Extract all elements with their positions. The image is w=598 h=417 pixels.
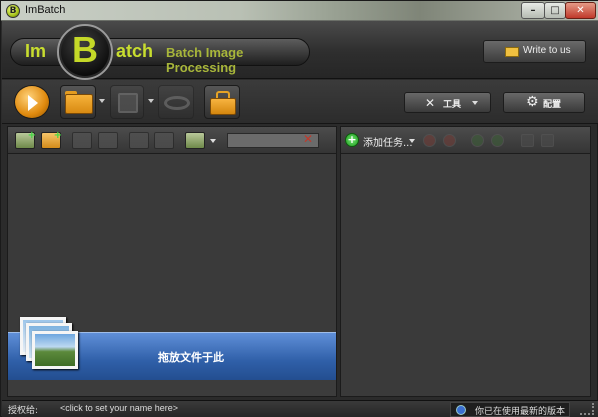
- file-list-panel[interactable]: + + ✕ 拖放文件于此: [7, 126, 337, 397]
- config-button[interactable]: ⚙ 配置: [503, 92, 585, 113]
- view-mode-dropdown[interactable]: [210, 139, 216, 143]
- save-button[interactable]: [110, 85, 144, 119]
- add-task-dropdown[interactable]: [409, 139, 415, 143]
- move-up-button[interactable]: [129, 132, 149, 149]
- task-toolbar: + 添加任务...: [341, 127, 590, 154]
- task-down-button[interactable]: [491, 134, 504, 147]
- play-arrow-icon: [28, 95, 38, 111]
- window-title: ImBatch: [25, 4, 66, 16]
- file-list-footer: [8, 380, 336, 396]
- envelope-icon: [505, 47, 519, 57]
- title-bar[interactable]: B ImBatch – □ ✕: [1, 1, 598, 21]
- close-button[interactable]: ✕: [565, 2, 596, 19]
- floppy-disk-icon: [118, 93, 138, 113]
- filter-input[interactable]: ✕: [227, 132, 319, 148]
- app-icon: B: [6, 4, 20, 18]
- start-button[interactable]: [14, 85, 50, 119]
- folder-icon: [65, 94, 93, 114]
- license-name-link[interactable]: <click to set your name here>: [60, 403, 178, 413]
- task-list-panel[interactable]: + 添加任务...: [340, 126, 591, 397]
- task-up-button[interactable]: [471, 134, 484, 147]
- eye-icon: [164, 96, 190, 110]
- maximize-button[interactable]: □: [544, 2, 566, 19]
- info-icon: [456, 405, 466, 415]
- header-banner: Im B atch Batch Image Processing Write t…: [2, 21, 598, 80]
- logo-tagline: Batch Image Processing: [166, 45, 244, 75]
- view-mode-button[interactable]: [185, 132, 205, 149]
- version-text: 你已在使用最新的版本: [475, 407, 566, 417]
- remove-task-button[interactable]: [423, 134, 436, 147]
- clear-filter-icon[interactable]: ✕: [303, 132, 313, 146]
- open-folder-dropdown[interactable]: [99, 99, 105, 103]
- save-dropdown[interactable]: [148, 99, 154, 103]
- add-circle-icon: +: [345, 133, 359, 147]
- logo-suffix: atch: [116, 41, 154, 61]
- chevron-down-icon: [472, 101, 478, 105]
- license-label: 授权给:: [8, 406, 39, 416]
- config-label: 配置: [543, 100, 562, 110]
- app-window: B ImBatch – □ ✕ Im B atch Batch Image Pr…: [0, 0, 598, 417]
- move-down-button[interactable]: [154, 132, 174, 149]
- wrench-icon: ✕: [425, 96, 436, 110]
- remove-folder-button[interactable]: [72, 132, 92, 149]
- add-folder-button[interactable]: +: [41, 130, 62, 149]
- save-task-button[interactable]: [541, 134, 554, 147]
- minimize-button[interactable]: –: [521, 2, 545, 19]
- preview-button[interactable]: [158, 85, 194, 119]
- write-to-us-button[interactable]: Write to us: [483, 40, 586, 63]
- remove-all-tasks-button[interactable]: [443, 134, 456, 147]
- logo-letter: B: [72, 29, 98, 70]
- tools-label: 工具: [443, 100, 462, 110]
- version-status: 你已在使用最新的版本: [450, 402, 570, 417]
- photo-thumbnail: [32, 331, 78, 369]
- status-bar: 授权给: <click to set your name here> 你已在使用…: [2, 400, 598, 417]
- tools-menu-button[interactable]: ✕ 工具: [404, 92, 491, 113]
- resize-grip[interactable]: [580, 403, 594, 415]
- shopping-bag-icon: [210, 98, 236, 115]
- logo-prefix: Im: [25, 41, 47, 61]
- app-logo: Im B atch Batch Image Processing: [10, 24, 310, 80]
- gear-icon: ⚙: [526, 94, 539, 110]
- file-list-toolbar: + + ✕: [8, 127, 336, 154]
- images-stack-icon: [18, 317, 80, 377]
- open-folder-button[interactable]: [60, 85, 96, 119]
- store-button[interactable]: [204, 85, 240, 119]
- remove-image-button[interactable]: [98, 132, 118, 149]
- write-to-us-label: Write to us: [523, 45, 571, 56]
- logo-badge: B: [57, 24, 113, 80]
- load-task-button[interactable]: [521, 134, 534, 147]
- add-image-button[interactable]: +: [15, 130, 36, 149]
- drop-zone-label: 拖放文件于此: [158, 351, 224, 364]
